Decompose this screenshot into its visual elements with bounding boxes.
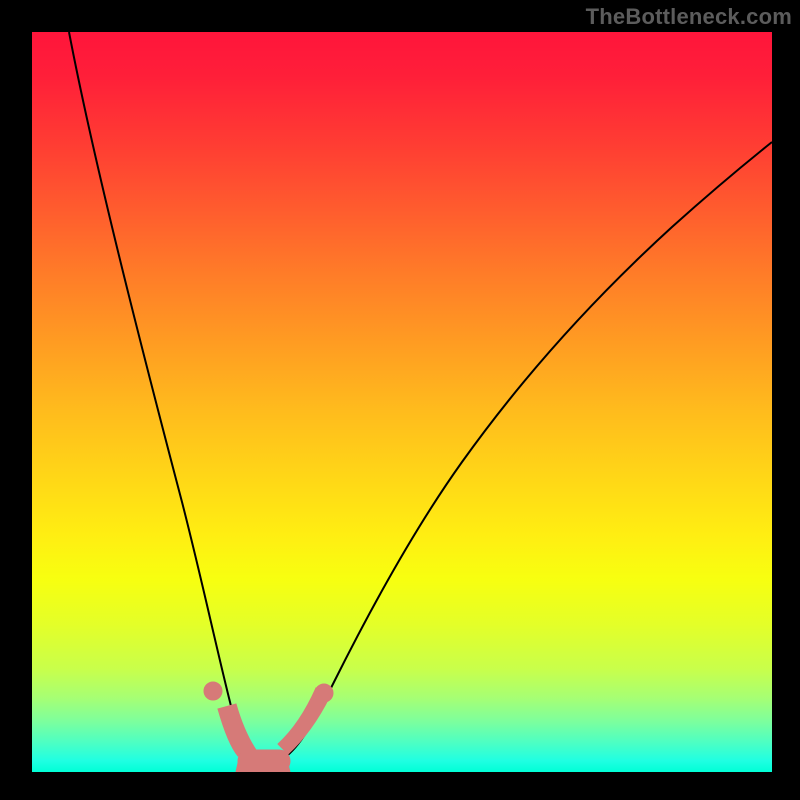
marker-left-dot xyxy=(204,682,222,700)
marker-left-stroke xyxy=(218,704,256,756)
watermark: TheBottleneck.com xyxy=(586,4,792,30)
bottleneck-curve xyxy=(69,32,772,763)
chart-frame: TheBottleneck.com xyxy=(0,0,800,800)
chart-svg xyxy=(32,32,772,772)
marker-trough-fill xyxy=(238,750,290,772)
marker-right-cap xyxy=(315,684,333,702)
